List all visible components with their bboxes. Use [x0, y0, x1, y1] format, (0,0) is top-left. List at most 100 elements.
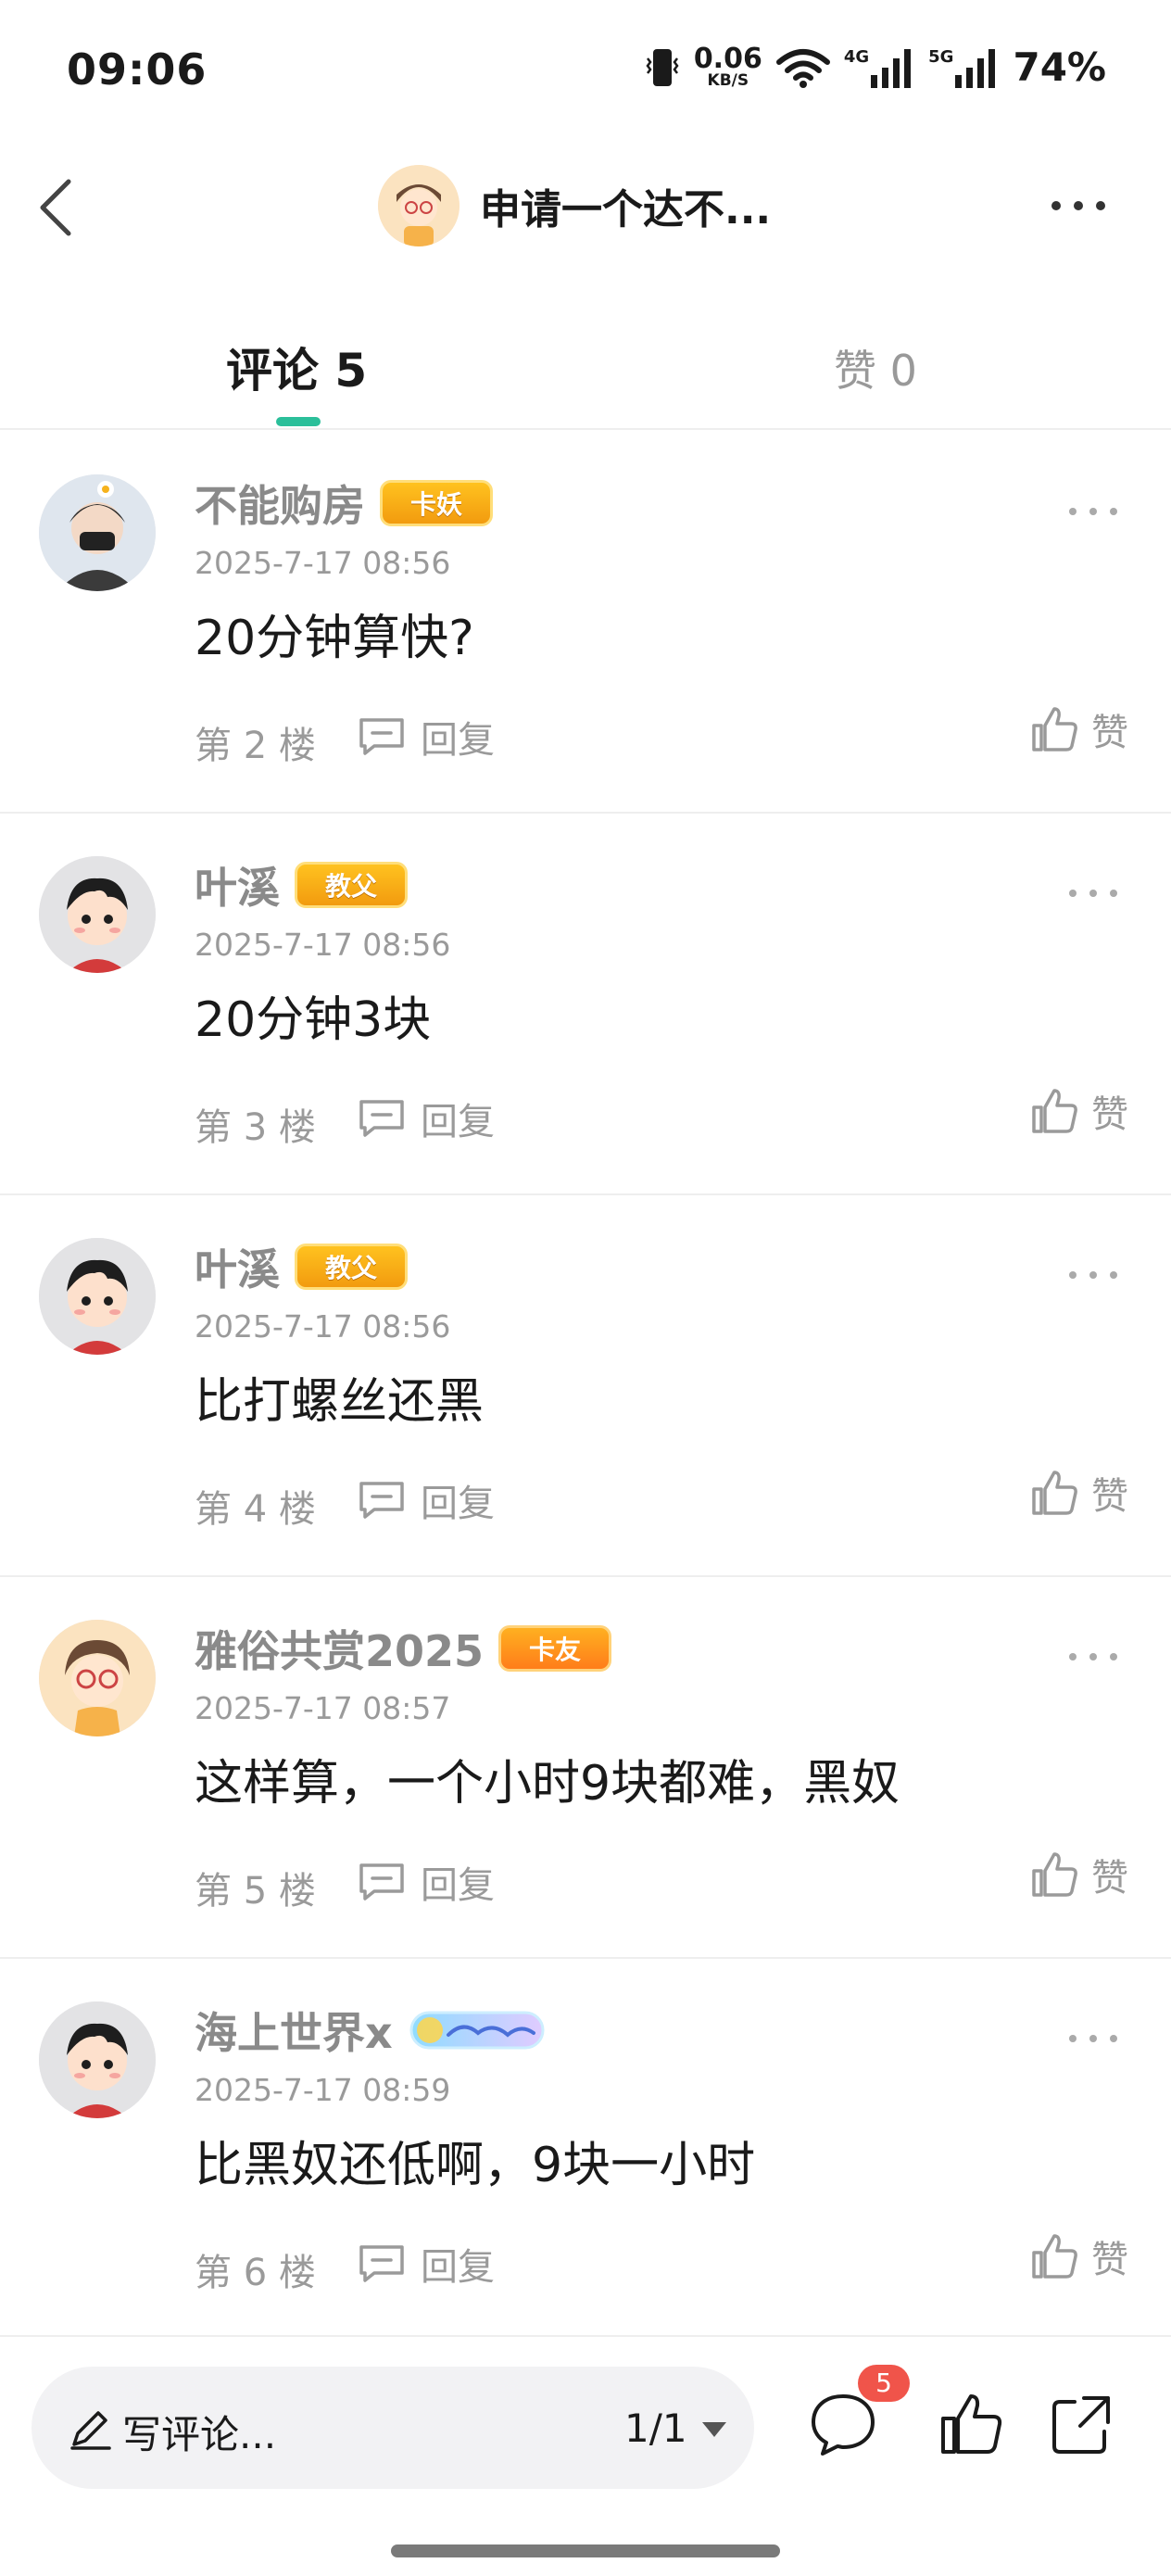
reply-label: 回复: [421, 719, 495, 762]
reply-icon: [359, 718, 404, 755]
comment-floor: 第 3 楼: [195, 1106, 316, 1149]
like-button[interactable]: 赞: [1028, 1466, 1128, 1520]
share-button[interactable]: [1047, 2389, 1117, 2459]
avatar[interactable]: [39, 474, 156, 591]
comment-text: 这样算，一个小时9块都难，黑奴: [195, 1756, 900, 1812]
comment-item: 雅俗共赏2025 卡友 2025-7-17 08:57 这样算，一个小时9块都难…: [0, 1577, 1171, 1959]
home-indicator[interactable]: [391, 2544, 780, 2557]
comment-more-button[interactable]: [1064, 1648, 1123, 1666]
status-bar: 09:06 0.06 KB/S 4G 5G 74%: [0, 0, 1171, 139]
tab-bar: 评论 5 赞 0: [0, 315, 1171, 430]
reply-button[interactable]: 回复: [356, 1855, 495, 1909]
like-button[interactable]: 赞: [1028, 702, 1128, 756]
thumbs-up-icon: [1032, 1089, 1077, 1133]
tab-likes[interactable]: 赞 0: [834, 337, 917, 398]
comment-more-button[interactable]: [1064, 1266, 1123, 1284]
vibrate-icon: [646, 48, 679, 86]
tab-active-indicator: [276, 417, 321, 426]
thumbs-up-icon: [1032, 1471, 1077, 1515]
like-button[interactable]: 赞: [1028, 1848, 1128, 1901]
comment-count-badge: 5: [858, 2365, 910, 2402]
share-icon: [1052, 2396, 1110, 2454]
like-button[interactable]: 赞: [1028, 2229, 1128, 2283]
reply-icon: [359, 1482, 404, 1519]
like-label: 赞: [1091, 1475, 1128, 1518]
avatar[interactable]: [39, 2001, 156, 2118]
tab-comments[interactable]: 评论 5: [226, 334, 367, 400]
comment-author-name[interactable]: 不能购房: [195, 473, 365, 534]
status-indicators: 0.06 KB/S 4G 5G 74%: [644, 44, 1106, 90]
comment-author-name[interactable]: 海上世界x: [195, 2000, 393, 2061]
level-badge: 卡妖: [380, 480, 494, 526]
signal-5g-icon: 5G: [928, 47, 1000, 88]
reply-label: 回复: [421, 1101, 495, 1143]
more-options-button[interactable]: [1041, 187, 1115, 224]
more-horizontal-icon: [1069, 1271, 1117, 1279]
reply-button[interactable]: 回复: [356, 1473, 495, 1527]
reply-icon: [359, 1100, 404, 1137]
reply-label: 回复: [421, 1483, 495, 1525]
network-speed: 0.06 KB/S: [694, 45, 762, 89]
like-label: 赞: [1091, 1093, 1128, 1136]
comment-item: 叶溪 教父 2025-7-17 08:56 比打螺丝还黑 第 4 楼 回复 赞: [0, 1195, 1171, 1577]
write-comment-placeholder: 写评论...: [122, 2412, 277, 2457]
comment-text: 比黑奴还低啊，9块一小时: [195, 2138, 756, 2193]
avatar[interactable]: [39, 1238, 156, 1355]
level-badge: 卡友: [498, 1625, 612, 1672]
reply-button[interactable]: 回复: [356, 2237, 495, 2291]
comment-text: 20分钟算快?: [195, 611, 474, 666]
comment-date: 2025-7-17 08:56: [195, 545, 451, 581]
thumbs-up-icon: [941, 2394, 1002, 2454]
decorative-badge-image: [409, 2011, 545, 2050]
more-horizontal-icon: [1051, 201, 1105, 210]
reply-button[interactable]: 回复: [356, 710, 495, 764]
comment-text: 20分钟3块: [195, 992, 432, 1048]
reply-label: 回复: [421, 2246, 495, 2289]
comment-author-name[interactable]: 雅俗共赏2025: [195, 1618, 484, 1679]
page-title: 申请一个达不...: [480, 186, 772, 234]
comment-date: 2025-7-17 08:59: [195, 2072, 451, 2108]
like-post-button[interactable]: [936, 2389, 1006, 2459]
bottom-action-bar: 写评论... 1/1 5: [0, 2335, 1171, 2576]
like-button[interactable]: 赞: [1028, 1084, 1128, 1138]
caret-down-icon[interactable]: [700, 2420, 728, 2439]
wifi-icon: [775, 48, 830, 88]
net-speed-unit: KB/S: [707, 71, 749, 90]
reply-label: 回复: [421, 1864, 495, 1907]
reply-icon: [359, 2245, 404, 2282]
header-title-group[interactable]: 申请一个达不...: [378, 165, 771, 246]
avatar[interactable]: [39, 1620, 156, 1736]
more-horizontal-icon: [1069, 890, 1117, 897]
comment-item: 海上世界x 2025-7-17 08:59 比黑奴还低啊，9块一小时 第 6 楼: [0, 1959, 1171, 2341]
comment-author-row: 雅俗共赏2025 卡友: [195, 1618, 612, 1679]
back-button[interactable]: [26, 174, 93, 241]
more-horizontal-icon: [1069, 1653, 1117, 1661]
battery-level: 74%: [1013, 44, 1106, 90]
comment-author-row: 不能购房 卡妖: [195, 473, 494, 534]
reply-button[interactable]: 回复: [356, 1092, 495, 1145]
write-comment-input[interactable]: 写评论... 1/1: [31, 2367, 754, 2489]
thumbs-up-icon: [1032, 707, 1077, 751]
comment-more-button[interactable]: [1064, 2029, 1123, 2048]
comment-date: 2025-7-17 08:56: [195, 1308, 451, 1345]
chevron-left-icon: [40, 179, 71, 236]
comment-more-button[interactable]: [1064, 502, 1123, 521]
comment-date: 2025-7-17 08:57: [195, 1690, 451, 1726]
comment-author-name[interactable]: 叶溪: [195, 854, 280, 915]
comment-author-row: 叶溪 教父: [195, 1236, 409, 1297]
like-label: 赞: [1091, 712, 1128, 754]
net-speed-value: 0.06: [693, 43, 762, 75]
level-badge: 教父: [295, 1244, 409, 1290]
comment-more-button[interactable]: [1064, 884, 1123, 903]
pencil-icon: [70, 2411, 111, 2450]
comment-author-row: 海上世界x: [195, 2000, 547, 2061]
author-avatar[interactable]: [378, 165, 460, 246]
page-indicator[interactable]: 1/1: [624, 2406, 687, 2451]
comment-floor: 第 6 楼: [195, 2252, 316, 2294]
avatar[interactable]: [39, 856, 156, 973]
comment-author-name[interactable]: 叶溪: [195, 1236, 280, 1297]
comment-item: 叶溪 教父 2025-7-17 08:56 20分钟3块 第 3 楼 回复 赞: [0, 814, 1171, 1195]
page-header: 申请一个达不...: [0, 158, 1171, 259]
reply-icon: [359, 1863, 404, 1900]
signal-4g-icon: 4G: [844, 47, 915, 88]
